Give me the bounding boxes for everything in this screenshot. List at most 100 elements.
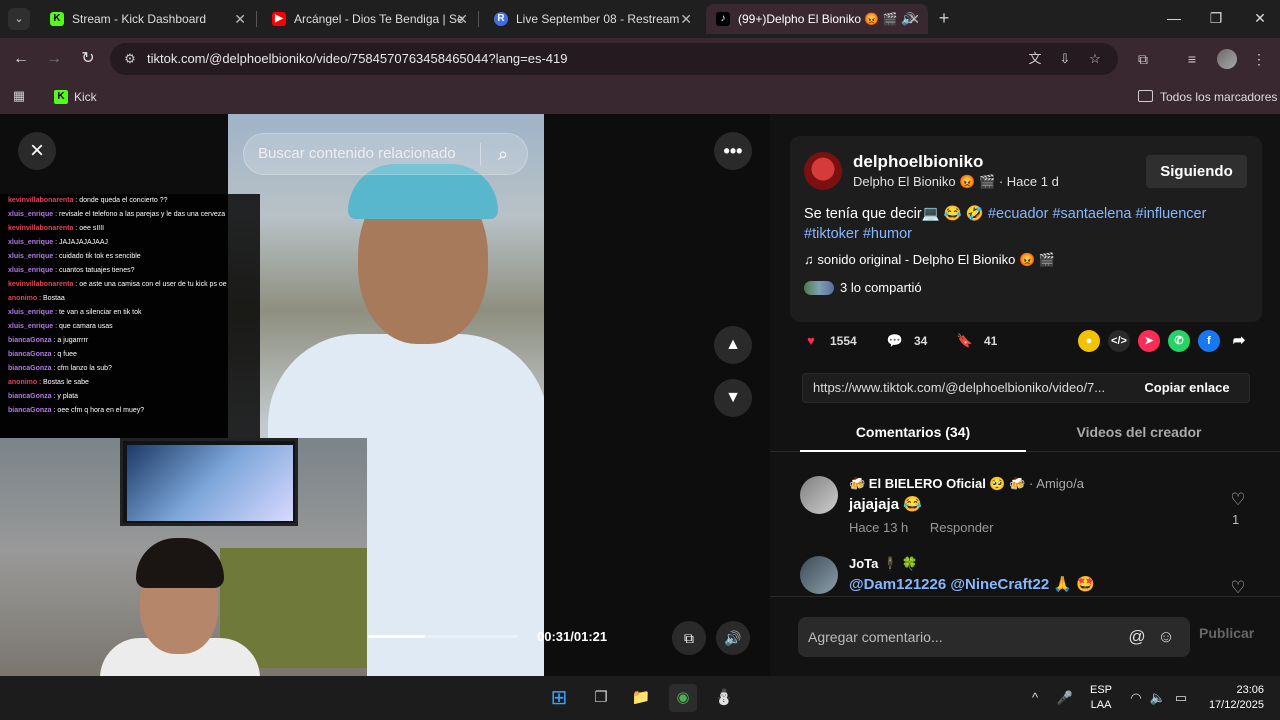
save-button[interactable]: 🔖 41	[954, 330, 997, 352]
close-tab-icon[interactable]: ✕	[456, 4, 468, 34]
app-icon[interactable]: ⛄	[710, 684, 738, 712]
tab-tiktok[interactable]: ♪ (99+)Delpho El Bioniko 😡 🎬 🔊 ✕	[706, 4, 928, 34]
previous-video-button[interactable]: ▲	[714, 326, 752, 364]
install-app-icon[interactable]: ⇩	[1056, 51, 1074, 67]
like-button[interactable]: ♥ 1554	[800, 330, 857, 352]
author-avatar[interactable]	[804, 152, 842, 190]
hashtag-link[interactable]: #influencer	[1136, 206, 1207, 222]
language-indicator[interactable]: ESP LAA	[1090, 683, 1112, 713]
search-divider	[480, 143, 481, 165]
bookmark-icon: 🔖	[956, 333, 974, 348]
profile-avatar[interactable]	[1217, 49, 1237, 69]
share-link-text[interactable]: https://www.tiktok.com/@delphoelbioniko/…	[813, 374, 1129, 402]
microphone-icon[interactable]: 🎤	[1055, 688, 1075, 708]
coin-share-icon[interactable]: ●	[1078, 330, 1100, 352]
wifi-icon[interactable]: ◠	[1126, 688, 1146, 708]
extensions-icon[interactable]: ⧉	[1133, 49, 1153, 69]
battery-icon[interactable]: ▭	[1171, 688, 1191, 708]
commenter-name[interactable]: 🍻 El BIELERO Oficial 🥺 🍻 · Amigo/a	[849, 476, 1084, 492]
more-options-button[interactable]: •••	[714, 132, 752, 170]
volume-icon[interactable]: 🔊	[716, 621, 750, 655]
tab-divider	[256, 11, 257, 27]
back-icon[interactable]: ←	[10, 48, 32, 70]
tab-search-button[interactable]: ⌄	[8, 8, 30, 30]
hashtag-link[interactable]: #santaelena	[1052, 206, 1131, 222]
description-text: Se tenía que decir💻 😂 🤣	[804, 206, 984, 222]
all-bookmarks-button[interactable]: Todos los marcadores	[1138, 87, 1277, 107]
close-video-button[interactable]: ×	[18, 132, 56, 170]
close-tab-icon[interactable]: ✕	[908, 4, 920, 34]
system-clock[interactable]: 23:06 17/12/2025	[1198, 683, 1264, 713]
clock-date: 17/12/2025	[1208, 699, 1264, 711]
search-icon[interactable]: ⌕	[492, 143, 514, 165]
reload-icon[interactable]: ↻	[77, 48, 99, 70]
minimize-icon[interactable]: —	[1164, 8, 1184, 28]
facebook-icon[interactable]: f	[1198, 330, 1220, 352]
comment-button[interactable]: 💬 34	[884, 330, 927, 352]
close-tab-icon[interactable]: ✕	[680, 4, 692, 34]
sound-link[interactable]: ♫ sonido original - Delpho El Bioniko 😡 …	[804, 252, 1055, 268]
commenter-avatar[interactable]	[800, 476, 838, 514]
close-window-icon[interactable]: ✕	[1250, 8, 1270, 28]
restore-icon[interactable]: ❐	[1206, 8, 1226, 28]
tab-restream[interactable]: R Live September 08 - Restream ✕	[484, 4, 700, 34]
tab-arcangel[interactable]: ▶ Arcángel - Dios Te Bendiga | Se ✕	[262, 4, 476, 34]
tab-kick-dashboard[interactable]: K Stream - Kick Dashboard ✕	[40, 4, 254, 34]
streamer-hair	[136, 538, 224, 588]
share-link-box: https://www.tiktok.com/@delphoelbioniko/…	[802, 373, 1250, 403]
tab-comments[interactable]: Comentarios (34)	[800, 414, 1026, 452]
comment-icon: 💬	[886, 333, 904, 348]
chat-username: biancaGonza	[8, 337, 52, 344]
task-view-icon[interactable]: ❐	[587, 684, 615, 712]
windows-start-icon[interactable]: ⊞	[545, 684, 573, 712]
media-controls-icon[interactable]: ≡	[1182, 49, 1202, 69]
author-username[interactable]: delphoelbioniko	[853, 152, 983, 172]
reply-link[interactable]: Responder	[930, 520, 994, 535]
commenter-name[interactable]: JoTa 🕴 🍀	[849, 556, 918, 572]
comment-heart-icon[interactable]: ♡	[1228, 490, 1248, 510]
hashtag-link[interactable]: #tiktoker	[804, 226, 859, 242]
mention-icon[interactable]: @	[1126, 626, 1148, 648]
share-arrow-icon[interactable]: ➦	[1228, 330, 1250, 352]
comment-heart-icon[interactable]: ♡	[1228, 578, 1248, 598]
bookmark-star-icon[interactable]: ☆	[1086, 51, 1104, 67]
author-card: delphoelbioniko Delpho El Bioniko 😡 🎬 · …	[790, 136, 1262, 322]
restream-icon: R	[494, 12, 508, 26]
following-button[interactable]: Siguiendo	[1146, 155, 1247, 188]
shared-by[interactable]: 3 lo compartió	[804, 280, 922, 295]
translate-icon[interactable]: 文	[1026, 51, 1044, 67]
commenter-avatar[interactable]	[800, 556, 838, 594]
emoji-icon[interactable]: ☺	[1155, 626, 1177, 648]
file-explorer-icon[interactable]: 📁	[627, 684, 655, 712]
tab-creator-videos[interactable]: Videos del creador	[1026, 414, 1252, 452]
posted-time: · Hace 1 d	[998, 174, 1059, 189]
new-tab-button[interactable]: +	[934, 8, 954, 28]
send-to-friends-icon[interactable]: ➤	[1138, 330, 1160, 352]
close-tab-icon[interactable]: ✕	[234, 4, 246, 34]
floating-player-icon[interactable]: ⧉	[672, 621, 706, 655]
next-video-button[interactable]: ▼	[714, 379, 752, 417]
apps-grid-icon[interactable]: ▦	[11, 88, 27, 104]
speaker-icon[interactable]: 🔈	[1148, 688, 1168, 708]
embed-code-icon[interactable]: </>	[1108, 330, 1130, 352]
add-comment-input[interactable]: Agregar comentario... @ ☺	[798, 617, 1190, 657]
site-info-icon[interactable]: ⚙	[122, 51, 138, 67]
menu-icon[interactable]: ⋮	[1249, 49, 1269, 69]
chat-username: biancaGonza	[8, 365, 52, 372]
copy-link-button[interactable]: Copiar enlace	[1125, 374, 1249, 402]
related-search-box[interactable]: Buscar contenido relacionado ⌕	[243, 133, 528, 175]
commenter-name-text: JoTa 🕴 🍀	[849, 556, 918, 571]
video-progress-bar[interactable]	[368, 635, 518, 638]
forward-icon[interactable]: →	[43, 48, 65, 70]
chrome-icon[interactable]: ◉	[669, 684, 697, 712]
bookmark-kick[interactable]: K Kick	[54, 87, 97, 107]
chat-username: biancaGonza	[8, 407, 52, 414]
show-hidden-icons[interactable]: ^	[1025, 688, 1045, 708]
whatsapp-icon[interactable]: ✆	[1168, 330, 1190, 352]
address-bar[interactable]: ⚙ tiktok.com/@delphoelbioniko/video/7584…	[110, 43, 1118, 75]
post-button[interactable]: Publicar	[1199, 625, 1254, 641]
comment-item: JoTa 🕴 🍀 @Dam121226 @NineCraft22 🙏 🤩 ♡	[800, 556, 1250, 598]
comment-like-count: 1	[1232, 512, 1240, 527]
hashtag-link[interactable]: #humor	[863, 226, 912, 242]
hashtag-link[interactable]: #ecuador	[988, 206, 1048, 222]
